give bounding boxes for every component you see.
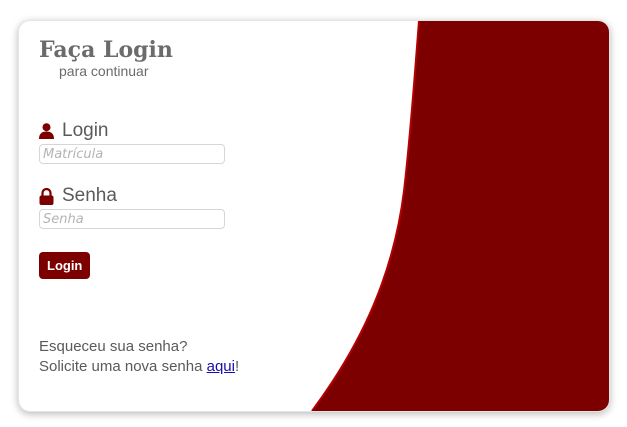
forgot-line-1: Esqueceu sua senha? xyxy=(39,338,188,355)
page-title: Faça Login xyxy=(39,37,173,63)
login-field-label: Login xyxy=(39,120,109,142)
forgot-password-text: Esqueceu sua senha? Solicite uma nova se… xyxy=(39,337,239,377)
forgot-line-2: Solicite uma nova senha aqui! xyxy=(39,357,239,377)
senha-input[interactable] xyxy=(39,209,225,229)
reset-password-link[interactable]: aqui xyxy=(207,358,235,375)
login-input[interactable] xyxy=(39,144,225,164)
user-icon xyxy=(39,123,54,139)
forgot-line-2-suffix: ! xyxy=(234,358,240,375)
lock-icon xyxy=(39,187,54,205)
login-label-text: Login xyxy=(62,120,109,141)
login-card: Faça Login para continuar Login Senha Lo… xyxy=(18,20,610,412)
senha-label-text: Senha xyxy=(62,185,117,206)
login-button[interactable]: Login xyxy=(39,252,91,279)
senha-field-label: Senha xyxy=(39,185,117,207)
forgot-line-2-prefix: Solicite uma nova senha xyxy=(39,358,207,375)
page-subtitle: para continuar xyxy=(59,63,149,79)
